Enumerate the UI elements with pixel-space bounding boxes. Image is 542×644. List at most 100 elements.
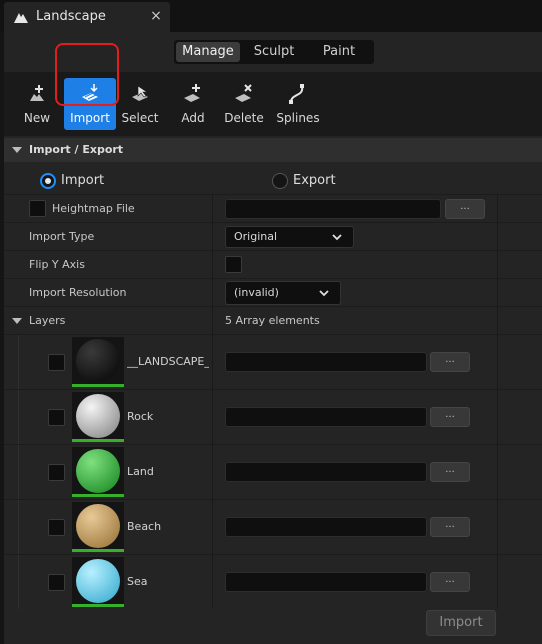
delete-icon [235,84,252,102]
column-divider [497,390,498,444]
layer-asset-field[interactable] [225,462,427,482]
layer-row: Sea ... [4,554,542,609]
layer-thumbnail[interactable] [72,502,124,552]
tool-select-button[interactable]: Select [114,78,166,130]
heightmap-browse-button[interactable]: ... [445,199,485,219]
column-divider [212,335,213,389]
close-icon[interactable]: × [149,8,163,24]
radio-export[interactable]: Export [272,172,352,192]
layer-color-bar [72,439,124,442]
import-type-label: Import Type [29,230,95,243]
mode-manage[interactable]: Manage [176,42,240,62]
tool-new-label: New [23,111,51,125]
tab-landscape[interactable]: Landscape × [4,2,170,32]
radio-import-indicator [40,173,56,189]
layer-asset-field[interactable] [225,352,427,372]
import-type-dropdown[interactable]: Original [225,226,354,248]
layer-asset-field[interactable] [225,517,427,537]
radio-import[interactable]: Import [40,172,120,192]
layer-checkbox[interactable] [48,409,65,426]
layer-checkbox[interactable] [48,574,65,591]
layer-browse-button[interactable]: ... [430,572,470,592]
heightmap-checkbox[interactable] [29,200,46,217]
mode-paint[interactable]: Paint [308,42,370,62]
tool-add-label: Add [181,111,205,125]
layer-checkbox[interactable] [48,519,65,536]
layer-asset-field[interactable] [225,407,427,427]
select-icon [132,85,148,101]
layer-browse-button[interactable]: ... [430,462,470,482]
section-title: Import / Export [29,143,124,156]
layer-color-bar [72,384,124,387]
column-divider [212,307,213,334]
row-import-type: Import Type Original [4,222,542,250]
layer-thumbnail[interactable] [72,392,124,442]
tab-title: Landscape [36,9,106,24]
tool-bar: New Import Select Add Delete Splines [4,72,542,136]
import-resolution-dropdown[interactable]: (invalid) [225,281,341,305]
layer-browse-button[interactable]: ... [430,517,470,537]
layer-color-bar [72,604,124,607]
column-divider [212,445,213,499]
tool-delete-label: Delete [224,111,264,125]
heightmap-file-field[interactable] [225,199,441,219]
tree-guide [18,500,19,554]
tree-guide [18,445,19,499]
layer-thumbnail[interactable] [72,337,124,387]
add-icon [184,84,200,102]
layer-row: Rock ... [4,389,542,444]
section-import-export[interactable]: Import / Export [4,138,542,162]
import-type-value: Original [234,230,278,243]
landscape-panel: Manage Sculpt Paint New Import Select Ad… [4,32,542,644]
import-button[interactable]: Import [426,610,496,636]
layer-thumbnail[interactable] [72,557,124,607]
layer-row: Beach ... [4,499,542,554]
column-divider [497,307,498,334]
chevron-down-icon [319,290,329,297]
row-flip-y-axis: Flip Y Axis [4,250,542,278]
column-divider [497,223,498,250]
layer-name: Land [127,465,154,478]
mode-sculpt[interactable]: Sculpt [244,42,304,62]
layer-color-bar [72,549,124,552]
unreal-logo-icon [14,13,28,23]
layer-name: Rock [127,410,154,423]
layer-name: Beach [127,520,162,533]
layer-thumbnail[interactable] [72,447,124,497]
column-divider [212,223,213,250]
flip-y-checkbox[interactable] [225,256,242,273]
layers-header[interactable]: Layers 5 Array elements [4,306,542,334]
column-divider [212,279,213,306]
tool-splines-button[interactable]: Splines [272,78,324,130]
column-divider [497,445,498,499]
tree-guide [18,555,19,609]
new-icon [30,85,44,101]
tool-import-label: Import [70,111,110,125]
import-icon [82,84,98,101]
layer-material-sphere [76,449,120,493]
tool-delete-button[interactable]: Delete [218,78,270,130]
layer-asset-field[interactable] [225,572,427,592]
heightmap-label: Heightmap File [52,202,135,215]
splines-icon [289,84,304,104]
tool-import-button[interactable]: Import [64,78,116,130]
layer-checkbox[interactable] [48,464,65,481]
tool-add-button[interactable]: Add [167,78,219,130]
radio-export-label: Export [293,173,336,188]
radio-import-label: Import [61,173,105,188]
row-heightmap-file: Heightmap File ... [4,194,542,222]
tool-new-button[interactable]: New [11,78,63,130]
layer-checkbox[interactable] [48,354,65,371]
column-divider [212,251,213,278]
layer-row: __LANDSCAPE_VISIBILITY__ ... [4,334,542,389]
column-divider [497,195,498,222]
tree-guide [18,390,19,444]
layer-row: Land ... [4,444,542,499]
column-divider [212,555,213,609]
tool-select-label: Select [121,111,159,125]
layer-browse-button[interactable]: ... [430,352,470,372]
layer-browse-button[interactable]: ... [430,407,470,427]
layer-name: __LANDSCAPE_VISIBILITY__ [127,355,209,368]
column-divider [497,500,498,554]
column-divider [497,279,498,306]
